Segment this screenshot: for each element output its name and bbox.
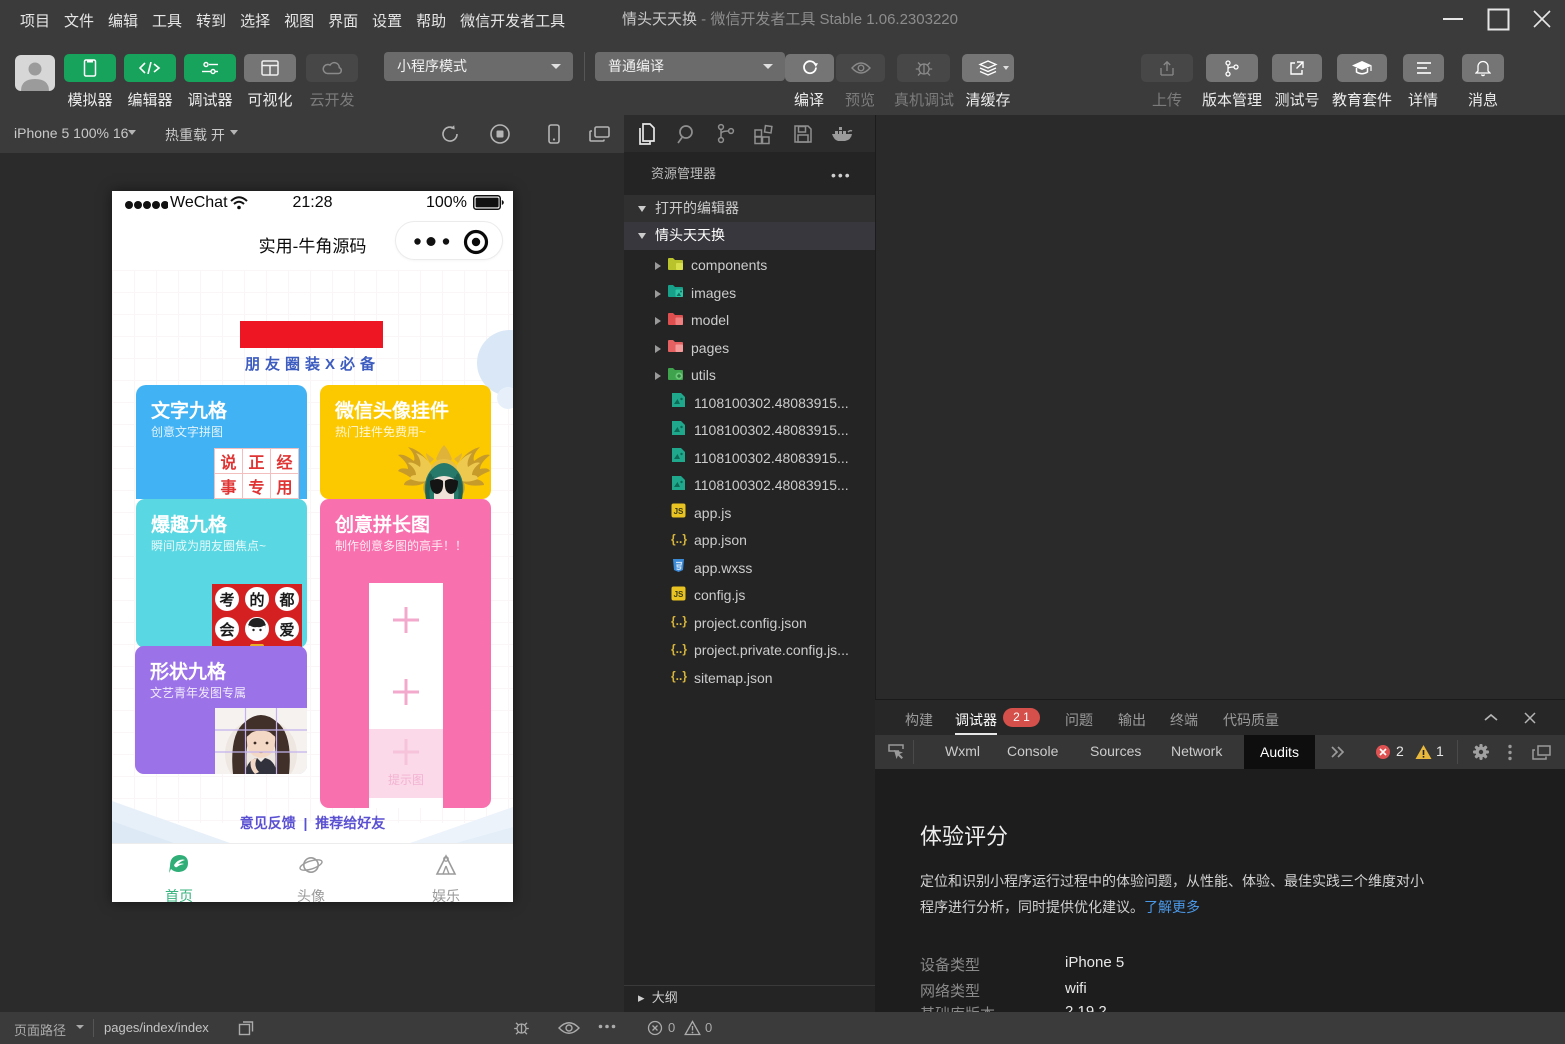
svg-text:都: 都 bbox=[278, 592, 294, 609]
svg-text:{..}: {..} bbox=[671, 642, 687, 656]
svg-text:{..}: {..} bbox=[671, 614, 687, 628]
svg-text:{..}: {..} bbox=[671, 532, 687, 546]
svg-text:考: 考 bbox=[219, 591, 234, 609]
svg-text:会: 会 bbox=[219, 621, 234, 639]
svg-text:JS: JS bbox=[674, 507, 684, 516]
svg-text:{..}: {..} bbox=[671, 669, 687, 683]
svg-text:JS: JS bbox=[674, 590, 684, 599]
svg-text:的: 的 bbox=[249, 591, 264, 609]
svg-text:爱: 爱 bbox=[279, 621, 294, 639]
